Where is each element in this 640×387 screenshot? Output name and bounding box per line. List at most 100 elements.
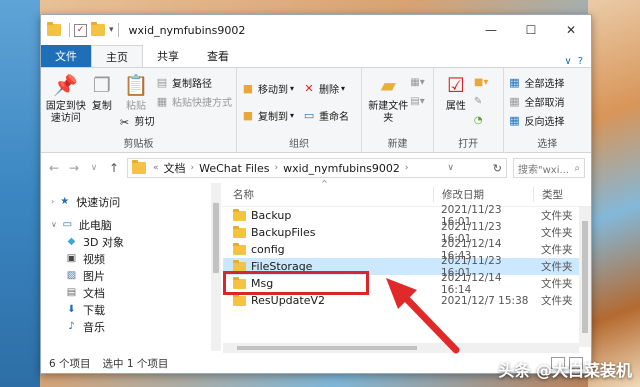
paste-shortcut-button[interactable]: ▦ 粘贴快捷方式 (155, 93, 232, 109)
refresh-icon[interactable]: ↻ (493, 162, 502, 175)
nav-item-downloads[interactable]: ⬇ 下载 (41, 301, 211, 318)
up-arrow-icon[interactable]: ↑ (107, 161, 121, 175)
history-icon[interactable]: ◔ (474, 112, 488, 128)
open-group: ☑ 属性 ■▾ ✎ ◔ 打开 (434, 68, 504, 152)
collapse-ribbon-icon[interactable]: ∨ (564, 56, 571, 67)
minimize-button[interactable]: — (471, 15, 511, 45)
file-row-config[interactable]: config 2021/12/14 16:43 文件夹 (223, 238, 591, 262)
star-icon: ★ (60, 196, 70, 207)
folder-icon (233, 208, 246, 221)
close-button[interactable]: ✕ (551, 15, 591, 45)
delete-label: 删除 (319, 84, 340, 96)
nav-item-documents[interactable]: ▤ 文档 (41, 284, 211, 301)
move-to-button[interactable]: ■ 移动到 ▾ (241, 80, 294, 96)
scrollbar-thumb[interactable] (582, 221, 588, 333)
scrollbar-thumb[interactable] (213, 203, 219, 273)
invert-selection-button[interactable]: ▦ 反向选择 (508, 112, 564, 128)
ribbon: 📌 固定到快速访问 ❐ 复制 📋 粘贴 ✂ 剪切 ▤ 复制路径 ▦ 粘贴快捷方式… (41, 67, 591, 153)
tab-home[interactable]: 主页 (91, 45, 143, 67)
chevron-right-icon[interactable]: › (405, 163, 409, 173)
recent-locations-icon[interactable]: ∨ (87, 163, 101, 173)
pin-quick-access-button[interactable]: 📌 固定到快速访问 (45, 72, 87, 136)
breadcrumb-documents[interactable]: 文档 (164, 160, 186, 176)
content-area: › ★ 快速访问 ∨ ▭ 此电脑 ◆ 3D 对象 ▣ 视频 ▨ 图片 ▤ 文档 … (41, 179, 591, 353)
item-count: 6 个项目 (49, 357, 91, 370)
column-name-label: 名称 (233, 189, 254, 201)
new-group-label: 新建 (387, 139, 408, 150)
cut-button[interactable]: ✂ 剪切 (118, 115, 155, 131)
properties-quick-icon[interactable]: ✓ (74, 23, 87, 37)
search-input[interactable]: 搜索"wxi... ⌕ (513, 158, 585, 178)
chevron-right-icon[interactable]: › (274, 163, 278, 173)
pin-label: 固定到快速访问 (45, 101, 86, 124)
select-all-button[interactable]: ▦ 全部选择 (508, 74, 565, 90)
nav-label: 下载 (83, 303, 105, 317)
nav-label: 视频 (83, 252, 105, 266)
quick-access-dropdown-icon[interactable]: ▾ (109, 25, 114, 35)
nav-item-videos[interactable]: ▣ 视频 (41, 250, 211, 267)
column-header-date[interactable]: 修改日期 (433, 187, 533, 202)
paste-button[interactable]: 📋 粘贴 ✂ 剪切 (117, 72, 155, 136)
open-icon[interactable]: ■▾ (474, 74, 488, 90)
new-item-icon[interactable]: ▦▾ (410, 74, 424, 90)
file-date: 2021/12/7 15:38 (441, 294, 529, 307)
chevron-right-icon[interactable]: › (191, 163, 195, 173)
new-folder-label: 新建文件夹 (368, 101, 409, 124)
horizontal-scrollbar[interactable] (223, 343, 579, 353)
chevron-right-icon[interactable]: › (51, 197, 54, 206)
back-arrow-icon[interactable]: ← (47, 161, 61, 175)
nav-item-music[interactable]: ♪ 音乐 (41, 318, 211, 335)
properties-icon: ☑ (446, 73, 465, 97)
watermark: 头条 @大白菜装机 (498, 361, 632, 380)
properties-button[interactable]: ☑ 属性 (438, 72, 474, 136)
overflow-chevron-icon[interactable]: « (153, 163, 159, 173)
nav-item-quick-access[interactable]: › ★ 快速访问 (41, 193, 211, 210)
search-icon: ⌕ (574, 162, 580, 174)
rename-button[interactable]: ▭ 重命名 (302, 107, 349, 123)
copy-button[interactable]: ❐ 复制 (87, 72, 117, 136)
help-icon[interactable]: ? (578, 56, 583, 67)
copy-to-button[interactable]: ■ 复制到 ▾ (241, 107, 294, 123)
clipboard-group-label: 剪贴板 (123, 139, 154, 150)
divider (117, 23, 119, 37)
new-folder-quick-icon[interactable] (91, 22, 105, 36)
select-all-label: 全部选择 (524, 78, 565, 90)
copy-path-label: 复制路径 (172, 78, 212, 90)
chevron-down-icon: ▾ (290, 110, 295, 120)
forward-arrow-icon[interactable]: → (67, 161, 81, 175)
vertical-scrollbar[interactable] (579, 207, 591, 347)
tab-share[interactable]: 共享 (143, 45, 193, 67)
column-header-type[interactable]: 类型 (533, 187, 591, 202)
scrollbar-thumb[interactable] (237, 346, 417, 350)
select-group: ▦ 全部选择 ▦ 全部取消 ▦ 反向选择 选择 (504, 68, 592, 152)
nav-item-3d-objects[interactable]: ◆ 3D 对象 (41, 233, 211, 250)
nav-item-this-pc[interactable]: ∨ ▭ 此电脑 (41, 216, 211, 233)
tab-view[interactable]: 查看 (193, 45, 243, 67)
address-bar[interactable]: « 文档 › WeChat Files › wxid_nymfubins9002… (127, 158, 507, 178)
file-row-backup[interactable]: Backup 2021/11/23 16:01 文件夹 (223, 204, 591, 228)
copy-path-button[interactable]: ▤ 复制路径 (155, 74, 232, 90)
nav-scrollbar[interactable] (211, 183, 221, 351)
edit-icon[interactable]: ✎ (474, 93, 488, 109)
folder-icon (233, 225, 246, 238)
easy-access-icon[interactable]: ▤▾ (410, 93, 424, 109)
column-header-name[interactable]: ^ 名称 (223, 179, 433, 202)
select-none-button[interactable]: ▦ 全部取消 (508, 93, 564, 109)
nav-item-pictures[interactable]: ▨ 图片 (41, 267, 211, 284)
tab-file[interactable]: 文件 (41, 45, 91, 67)
cube-icon: ◆ (67, 236, 76, 247)
new-folder-button[interactable]: ▰ 新建文件夹 (366, 72, 410, 136)
folder-icon (233, 242, 246, 255)
folder-icon (47, 22, 61, 36)
nav-label: 图片 (83, 269, 105, 283)
window-controls: — ☐ ✕ (471, 15, 591, 45)
address-dropdown-icon[interactable]: ∨ (447, 163, 454, 173)
maximize-button[interactable]: ☐ (511, 15, 551, 45)
chevron-down-icon[interactable]: ∨ (51, 220, 57, 229)
nav-label: 音乐 (83, 320, 105, 334)
delete-button[interactable]: ✕ 删除 ▾ (302, 80, 349, 96)
breadcrumb-wechat-files[interactable]: WeChat Files (199, 162, 269, 175)
breadcrumb-wxid[interactable]: wxid_nymfubins9002 (283, 162, 400, 175)
file-row-backupfiles[interactable]: BackupFiles 2021/11/23 16:01 文件夹 (223, 221, 591, 245)
paste-shortcut-icon: ▦ (156, 94, 168, 108)
